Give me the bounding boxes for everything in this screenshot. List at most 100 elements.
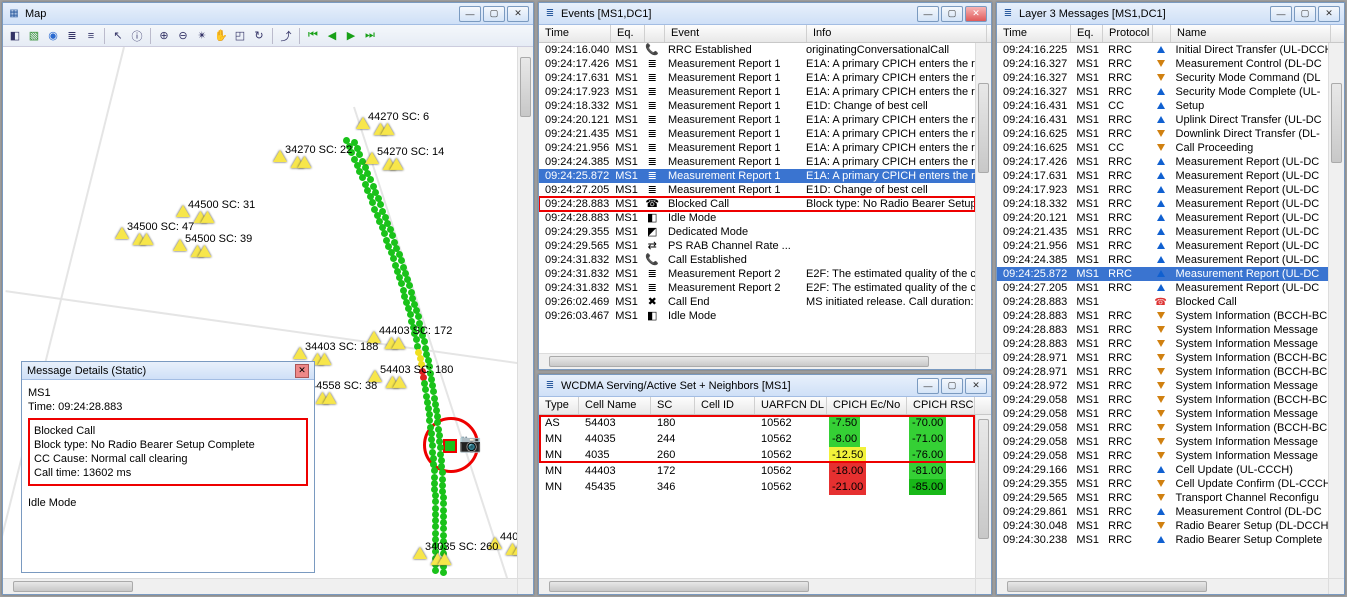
refresh-icon[interactable]: ↻ (251, 28, 267, 44)
events-col-header[interactable]: Eq. (611, 25, 645, 42)
horizontal-scrollbar[interactable] (539, 578, 975, 594)
layer3-row[interactable]: 09:24:30.048MS1RRCRadio Bearer Setup (DL… (997, 519, 1328, 533)
minimize-button[interactable]: — (917, 6, 939, 22)
horizontal-scrollbar[interactable] (539, 353, 975, 369)
layer3-col-header[interactable]: Protocol (1103, 25, 1153, 42)
nav-last-icon[interactable]: ⏭ (362, 28, 378, 44)
maximize-button[interactable]: ▢ (1294, 6, 1316, 22)
events-row[interactable]: 09:24:25.872MS1≣Measurement Report 1E1A:… (539, 169, 975, 183)
vertical-scrollbar[interactable] (1328, 43, 1344, 578)
events-col-header[interactable]: Info (807, 25, 987, 42)
zoom-out-icon[interactable]: ⊖ (175, 28, 191, 44)
layer3-table[interactable]: 09:24:16.225MS1RRCInitial Direct Transfe… (997, 43, 1328, 578)
wcdma-row[interactable]: MN4440317210562-18.00-81.00 (539, 463, 975, 479)
cell-site[interactable]: 54270 SC: 14 (365, 152, 407, 167)
pan-icon[interactable]: ✋ (213, 28, 229, 44)
layer3-titlebar[interactable]: ≣ Layer 3 Messages [MS1,DC1] — ▢ ✕ (997, 3, 1344, 25)
vertical-scrollbar[interactable] (975, 415, 991, 578)
events-row[interactable]: 09:24:18.332MS1≣Measurement Report 1E1D:… (539, 99, 975, 113)
layer3-row[interactable]: 09:24:16.625MS1CCCall Proceeding (997, 141, 1328, 155)
events-row[interactable]: 09:24:31.832MS1📞Call Established (539, 253, 975, 267)
wcdma-col-header[interactable]: Type (539, 397, 579, 414)
nav-first-icon[interactable]: ⏮ (305, 28, 321, 44)
layer3-col-header[interactable]: Name (1171, 25, 1331, 42)
close-button[interactable]: ✕ (965, 6, 987, 22)
layer3-row[interactable]: 09:24:16.431MS1CCSetup (997, 99, 1328, 113)
layer3-row[interactable]: 09:24:29.058MS1RRCSystem Information (BC… (997, 421, 1328, 435)
minimize-button[interactable]: — (917, 378, 939, 394)
layer3-row[interactable]: 09:24:28.883MS1RRCSystem Information Mes… (997, 323, 1328, 337)
wcdma-col-header[interactable]: CPICH RSC (907, 397, 975, 414)
events-row[interactable]: 09:24:20.121MS1≣Measurement Report 1E1A:… (539, 113, 975, 127)
events-row[interactable]: 09:24:28.883MS1☎Blocked CallBlock type: … (539, 197, 975, 211)
cell-site[interactable]: 34403 SC: 188 (293, 347, 335, 362)
events-row[interactable]: 09:26:02.469MS1✖Call EndMS initiated rel… (539, 295, 975, 309)
cell-site[interactable]: 44270 SC: 6 (356, 117, 398, 132)
events-row[interactable]: 09:24:31.832MS1≣Measurement Report 2E2F:… (539, 267, 975, 281)
maximize-button[interactable]: ▢ (941, 378, 963, 394)
layer3-row[interactable]: 09:24:21.435MS1RRCMeasurement Report (UL… (997, 225, 1328, 239)
nav-prev-icon[interactable]: ◀ (324, 28, 340, 44)
maximize-button[interactable]: ▢ (483, 6, 505, 22)
wcdma-col-header[interactable]: CPICH Ec/No (827, 397, 907, 414)
layer3-row[interactable]: 09:24:16.327MS1RRCSecurity Mode Complete… (997, 85, 1328, 99)
layer3-row[interactable]: 09:24:18.332MS1RRCMeasurement Report (UL… (997, 197, 1328, 211)
events-row[interactable]: 09:24:31.832MS1≣Measurement Report 2E2F:… (539, 281, 975, 295)
events-row[interactable]: 09:24:24.385MS1≣Measurement Report 1E1A:… (539, 155, 975, 169)
events-header-row[interactable]: TimeEq. EventInfo (539, 25, 991, 43)
cell-site[interactable]: 54500 SC: 39 (173, 239, 215, 254)
pointer-icon[interactable]: ↖ (110, 28, 126, 44)
layer-b-icon[interactable]: ▧ (26, 28, 42, 44)
layer3-row[interactable]: 09:24:28.883MS1Blocked Call (997, 295, 1328, 309)
wcdma-header-row[interactable]: TypeCell NameSCCell IDUARFCN DLCPICH Ec/… (539, 397, 991, 415)
layer-a-icon[interactable]: ◧ (7, 28, 23, 44)
cell-site[interactable]: 34270 SC: 22 (273, 150, 315, 165)
zoom-box-icon[interactable]: ◰ (232, 28, 248, 44)
close-button[interactable]: ✕ (965, 378, 987, 394)
close-button[interactable]: ✕ (507, 6, 529, 22)
layer3-row[interactable]: 09:24:16.327MS1RRCSecurity Mode Command … (997, 71, 1328, 85)
layer3-row[interactable]: 09:24:29.355MS1RRCCell Update Confirm (D… (997, 477, 1328, 491)
layer3-col-header[interactable] (1153, 25, 1171, 42)
layer3-row[interactable]: 09:24:28.883MS1RRCSystem Information Mes… (997, 337, 1328, 351)
events-col-header[interactable]: Time (539, 25, 611, 42)
close-icon[interactable]: ✕ (295, 364, 309, 378)
maximize-button[interactable]: ▢ (941, 6, 963, 22)
layer3-col-header[interactable]: Eq. (1071, 25, 1103, 42)
events-row[interactable]: 09:24:17.923MS1≣Measurement Report 1E1A:… (539, 85, 975, 99)
layer3-row[interactable]: 09:24:16.625MS1RRCDownlink Direct Transf… (997, 127, 1328, 141)
message-details-titlebar[interactable]: Message Details (Static) ✕ (22, 362, 314, 380)
wcdma-row[interactable]: MN403526010562-12.50-76.00 (539, 447, 975, 463)
layer3-col-header[interactable]: Time (997, 25, 1071, 42)
layer3-row[interactable]: 09:24:29.861MS1RRCMeasurement Control (D… (997, 505, 1328, 519)
events-col-header[interactable]: Event (665, 25, 807, 42)
minimize-button[interactable]: — (1270, 6, 1292, 22)
wcdma-titlebar[interactable]: ≣ WCDMA Serving/Active Set + Neighbors [… (539, 375, 991, 397)
layer3-header-row[interactable]: TimeEq.Protocol Name (997, 25, 1344, 43)
wcdma-col-header[interactable]: UARFCN DL (755, 397, 827, 414)
legend-icon[interactable]: ≡ (83, 28, 99, 44)
map-titlebar[interactable]: ▦ Map — ▢ ✕ (3, 3, 533, 25)
zoom-in-icon[interactable]: ⊕ (156, 28, 172, 44)
events-titlebar[interactable]: ≣ Events [MS1,DC1] — ▢ ✕ (539, 3, 991, 25)
layer3-row[interactable]: 09:24:30.238MS1RRCRadio Bearer Setup Com… (997, 533, 1328, 547)
events-row[interactable]: 09:24:21.956MS1≣Measurement Report 1E1A:… (539, 141, 975, 155)
layer3-row[interactable]: 09:24:29.058MS1RRCSystem Information Mes… (997, 449, 1328, 463)
events-row[interactable]: 09:24:16.040MS1📞RRC Establishedoriginati… (539, 43, 975, 57)
events-row[interactable]: 09:24:27.205MS1≣Measurement Report 1E1D:… (539, 183, 975, 197)
vertical-scrollbar[interactable] (517, 47, 533, 578)
layer3-row[interactable]: 09:24:28.971MS1RRCSystem Information (BC… (997, 365, 1328, 379)
layer3-row[interactable]: 09:24:17.923MS1RRCMeasurement Report (UL… (997, 183, 1328, 197)
wcdma-col-header[interactable]: Cell ID (695, 397, 755, 414)
vertical-scrollbar[interactable] (975, 43, 991, 353)
layer3-row[interactable]: 09:24:29.058MS1RRCSystem Information (BC… (997, 393, 1328, 407)
events-col-header[interactable] (645, 25, 665, 42)
layer3-row[interactable]: 09:24:16.431MS1RRCUplink Direct Transfer… (997, 113, 1328, 127)
wcdma-col-header[interactable]: SC (651, 397, 695, 414)
layer3-row[interactable]: 09:24:29.058MS1RRCSystem Information Mes… (997, 435, 1328, 449)
identify-icon[interactable]: ⓘ (129, 28, 145, 44)
layer3-row[interactable]: 09:24:16.225MS1RRCInitial Direct Transfe… (997, 43, 1328, 57)
layer3-row[interactable]: 09:24:20.121MS1RRCMeasurement Report (UL… (997, 211, 1328, 225)
events-row[interactable]: 09:24:29.355MS1◩Dedicated Mode (539, 225, 975, 239)
zoom-fit-icon[interactable]: ✴ (194, 28, 210, 44)
